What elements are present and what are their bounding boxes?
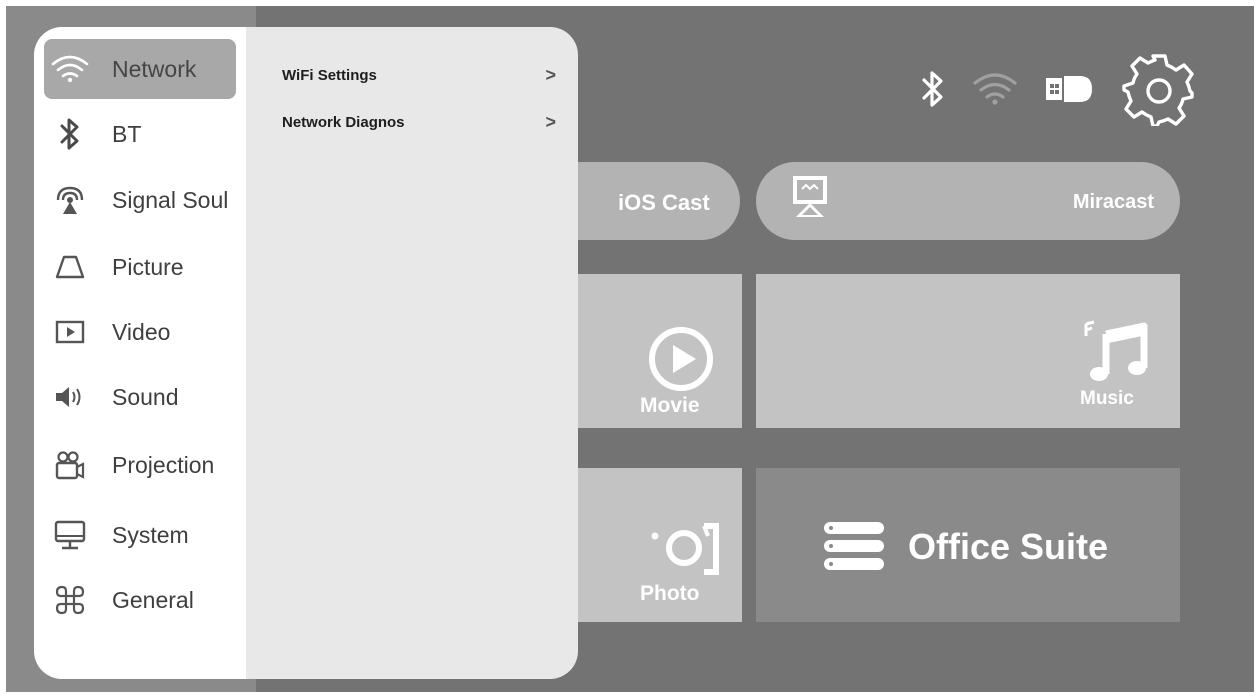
settings-menu: Network BT Signal Soul Picture Video Sou…: [34, 27, 578, 679]
speaker-icon: [50, 377, 90, 417]
photo-label: Photo: [640, 582, 700, 605]
monitor-icon: [50, 515, 90, 555]
network-diagnos-item[interactable]: Network Diagnos >: [282, 107, 556, 137]
chevron-right-icon: >: [545, 111, 556, 132]
category-label: Signal Soul: [112, 186, 229, 213]
antenna-icon: [50, 180, 90, 220]
category-picture[interactable]: Picture: [44, 237, 236, 297]
usb-drive-icon[interactable]: [1044, 74, 1096, 104]
category-label: BT: [112, 120, 142, 147]
wifi-icon: [50, 49, 90, 89]
category-label: Sound: [112, 383, 179, 410]
settings-gear-icon[interactable]: [1122, 52, 1196, 126]
wifi-settings-item[interactable]: WiFi Settings >: [282, 60, 556, 90]
chevron-right-icon: >: [545, 64, 556, 85]
miracast-label: Miracast: [1072, 191, 1154, 213]
ios-cast-label: iOS Cast: [618, 190, 710, 215]
sub-item-label: WiFi Settings: [282, 66, 377, 84]
category-video[interactable]: Video: [44, 302, 236, 362]
camera-icon: [646, 522, 720, 583]
sub-item-label: Network Diagnos: [282, 113, 405, 131]
music-tile[interactable]: Music: [756, 274, 1180, 428]
command-icon: [50, 580, 90, 620]
music-label: Music: [1080, 388, 1134, 409]
category-sound[interactable]: Sound: [44, 367, 236, 427]
category-label: Picture: [112, 253, 184, 280]
play-circle-icon: [646, 324, 716, 399]
video-play-icon: [50, 312, 90, 352]
movie-label: Movie: [640, 394, 700, 417]
projector-icon: [50, 445, 90, 485]
category-label: Video: [112, 318, 171, 345]
bluetooth-icon: [50, 114, 90, 154]
category-network[interactable]: Network: [44, 39, 236, 99]
category-general[interactable]: General: [44, 570, 236, 630]
music-note-icon: [1082, 318, 1152, 393]
miracast-icon: [792, 175, 828, 222]
category-system[interactable]: System: [44, 505, 236, 565]
miracast-button[interactable]: Miracast: [756, 162, 1180, 240]
category-label: General: [112, 586, 194, 613]
office-suite-tile[interactable]: Office Suite: [756, 468, 1180, 622]
category-label: Projection: [112, 451, 215, 478]
list-stack-icon: [822, 520, 886, 577]
picture-icon: [50, 247, 90, 287]
category-label: Network: [112, 55, 197, 82]
category-projection[interactable]: Projection: [44, 435, 236, 495]
wifi-icon[interactable]: [972, 72, 1018, 106]
status-bar: [920, 52, 1196, 126]
office-suite-label: Office Suite: [908, 526, 1109, 567]
category-bt[interactable]: BT: [44, 104, 236, 164]
home-screen: iOS Cast Miracast Movie Music Photo Offi…: [6, 6, 1254, 692]
category-label: System: [112, 521, 189, 548]
category-signal-soul[interactable]: Signal Soul: [44, 170, 236, 230]
bluetooth-icon[interactable]: [920, 69, 946, 109]
